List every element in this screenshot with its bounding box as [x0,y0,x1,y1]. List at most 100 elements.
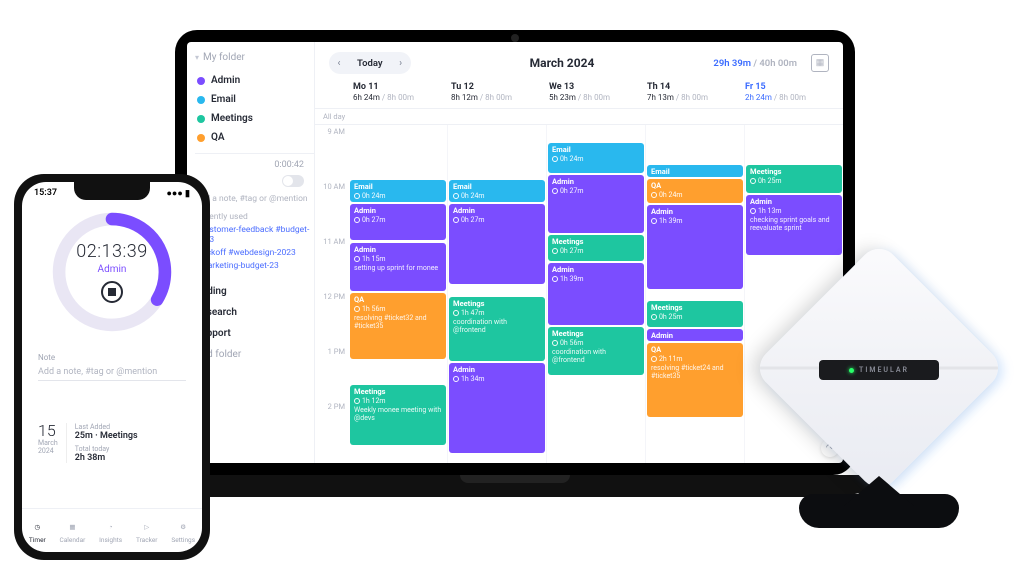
tracker-label: TIMEULAR [819,360,939,380]
sidebar-item-admin[interactable]: Admin [195,71,314,90]
tab-timer[interactable]: ◷Timer [29,519,46,544]
date-day: 15 [38,423,58,439]
week-totals: 29h 39m / 40h 00m [713,58,797,69]
clock-icon [354,306,360,312]
event-note: resolving #ticket32 and #ticket35 [354,314,442,330]
calendar-event[interactable]: Admin0h 27m [449,204,545,284]
calendar-event[interactable]: Meetings1h 12mWeekly monee meeting with … [350,385,446,445]
tab-settings[interactable]: ⚙Settings [171,519,195,544]
calendar-picker-icon[interactable]: ▦ [811,54,829,72]
tracker-icon: ▷ [139,519,155,535]
folder-header[interactable]: ▾ My folder [195,52,314,63]
clock-icon [354,398,360,404]
day-header[interactable]: Fr 15 2h 24m / 8h 00m [745,82,843,102]
phone-notch [74,182,150,200]
event-title: Meetings [750,168,838,177]
calendar-event[interactable]: Admin0h 27m [548,175,644,233]
calendar-event[interactable]: Admin1h 15msetting up sprint for monee [350,243,446,291]
calendar-event[interactable]: Admin0h 27m [350,204,446,240]
sidebar-folder-research[interactable]: Research [195,302,314,323]
event-title: Meetings [453,300,541,309]
day-column[interactable]: Email0h 24mAdmin0h 27mMeetings0h 27mAdmi… [546,125,645,463]
event-note: Weekly monee meeting with @devs [354,406,442,422]
billable-toggle[interactable] [282,175,304,187]
calendar-event[interactable]: Admin [647,329,743,341]
calendar-event[interactable]: Admin1h 13mchecking sprint goals and ree… [746,195,842,255]
tab-calendar[interactable]: ▦Calendar [60,519,86,544]
note-input[interactable]: Add a note, #tag or @mention [38,364,186,381]
next-button[interactable]: › [391,52,411,74]
event-title: Admin [651,332,739,341]
calendar-event[interactable]: Meetings0h 25m [647,301,743,327]
event-duration: 1h 12m [354,397,442,405]
calendar-event[interactable]: Admin1h 34m [449,363,545,453]
event-duration: 0h 24m [354,192,442,200]
app-window: ▾ My folder AdminEmailMeetingsQA 0:00:42… [187,42,843,463]
day-column[interactable]: Email0h 24mAdmin0h 27m Meetings1h 47mcoor… [447,125,546,463]
week-goal: / 40h 00m [751,58,797,69]
event-duration: 1h 56m [354,305,442,313]
sidebar-item-email[interactable]: Email [195,90,314,109]
sidebar-note-placeholder[interactable]: Add a note, #tag or @mention [195,194,314,204]
clock-icon [453,376,459,382]
calendar-event[interactable]: Admin1h 39m [647,205,743,289]
add-folder-button[interactable]: Add folder [195,344,314,365]
day-header[interactable]: Mo 11 6h 24m / 8h 00m [353,82,451,102]
event-duration: 2h 11m [651,355,739,363]
sidebar-folder-support[interactable]: Support [195,323,314,344]
recent-tag[interactable]: #customer-feedback #budget-2023 [195,225,314,245]
calendar-event[interactable]: QA1h 56mresolving #ticket32 and #ticket3… [350,293,446,359]
sidebar-folder-coding[interactable]: Coding [195,281,314,302]
laptop-screen: ▾ My folder AdminEmailMeetingsQA 0:00:42… [175,30,855,475]
day-header[interactable]: Tu 12 8h 12m / 8h 00m [451,82,549,102]
hour-label: 10 AM [315,180,349,235]
calendar-event[interactable]: Email0h 24m [449,180,545,202]
phone-body: 02:13:39 Admin Note Add a note, #tag or … [22,199,202,463]
sidebar-item-qa[interactable]: QA [195,128,314,147]
recent-tag[interactable]: #marketing-budget-23 [195,261,314,271]
calendar-event[interactable]: Meetings0h 27m [548,235,644,261]
clock-icon [552,248,558,254]
clock-icon [651,218,657,224]
calendar-header: ‹ Today › March 2024 29h 39m / 40h 00m ▦ [315,42,843,82]
calendar-event[interactable]: Admin1h 39m [548,263,644,325]
day-column[interactable]: Email0h 24mAdmin0h 27mAdmin1h 15msetting… [349,125,447,463]
day-header[interactable]: Th 14 7h 13m / 8h 00m [647,82,745,102]
laptop-hinge-notch [460,475,570,483]
calendar-event[interactable]: Meetings1h 47mcoordination with @fronten… [449,297,545,361]
calendar-event[interactable]: Email0h 24m [350,180,446,202]
sidebar-item-label: Email [211,94,236,105]
stop-button[interactable] [101,281,123,303]
week-tracked: 29h 39m [713,58,751,69]
calendar-icon: ▦ [64,519,80,535]
today-button[interactable]: Today [349,58,391,69]
tab-tracker[interactable]: ▷Tracker [136,519,158,544]
calendar-event[interactable]: QA2h 11mresolving #ticket24 and #ticket3… [647,343,743,417]
date-year: 2024 [38,447,58,455]
tab-insights[interactable]: ◔Insights [99,519,122,544]
event-title: Email [354,183,442,192]
laptop-camera [511,34,519,42]
date-nav: ‹ Today › [329,52,411,74]
calendar-event[interactable]: QA0h 24m [647,179,743,203]
hour-label: 1 PM [315,345,349,400]
calendar-event[interactable]: Meetings0h 56mcoordination with @fronten… [548,327,644,375]
color-dot-icon [197,96,205,104]
calendar-event[interactable]: Meetings0h 25m [746,165,842,193]
day-column[interactable]: Email QA0h 24mAdmin1h 39m Meetings0h 25m Ad… [645,125,744,463]
event-title: Admin [651,208,739,217]
day-header[interactable]: We 13 5h 23m / 8h 00m [549,82,647,102]
event-title: Meetings [354,388,442,397]
event-grid[interactable]: Email0h 24mAdmin0h 27mAdmin1h 15msetting… [349,125,843,463]
sidebar-item-label: QA [211,132,225,143]
event-duration: 1h 34m [453,375,541,383]
day-name: Th 14 [647,82,745,92]
calendar-event[interactable]: Email [647,165,743,177]
calendar-event[interactable]: Email0h 24m [548,143,644,173]
clock-icon [453,310,459,316]
recent-tag[interactable]: #kickoff #webdesign-2023 [195,248,314,258]
calendar-grid: 9 AM10 AM11 AM12 PM1 PM2 PM Email0h 24mA… [315,125,843,463]
sidebar-item-meetings[interactable]: Meetings [195,109,314,128]
prev-button[interactable]: ‹ [329,52,349,74]
event-title: Email [552,146,640,155]
